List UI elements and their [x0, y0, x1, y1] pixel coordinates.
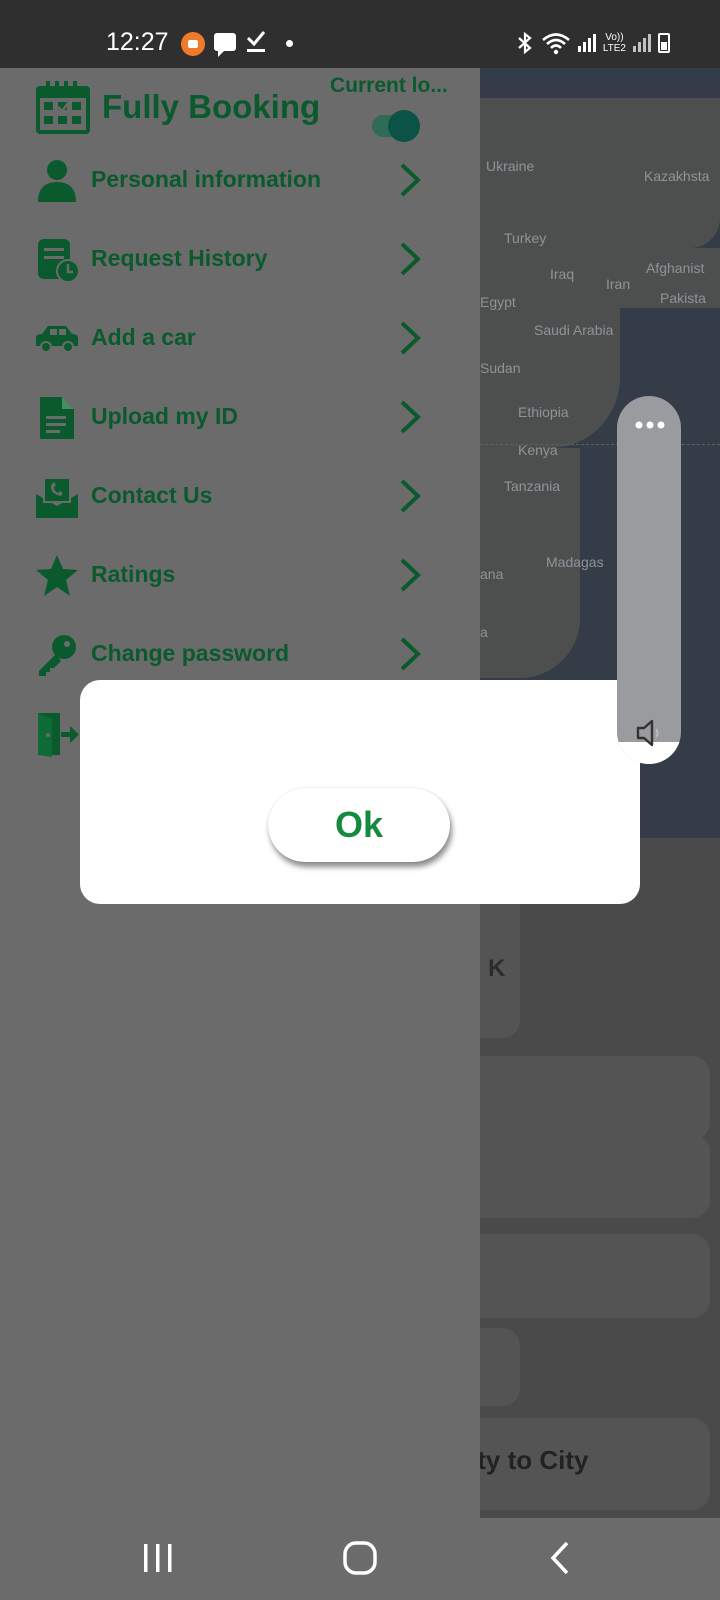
- bluetooth-icon: [518, 31, 532, 55]
- document-icon: [40, 397, 74, 439]
- key-icon: [39, 635, 76, 676]
- home-icon[interactable]: [340, 1538, 380, 1578]
- menu-item-request-history[interactable]: Request History: [0, 229, 440, 289]
- ok-button[interactable]: Ok: [268, 788, 450, 862]
- wifi-icon: [541, 33, 570, 55]
- volume-panel[interactable]: [617, 396, 681, 764]
- menu-item-label: Contact Us: [91, 482, 213, 508]
- calendar-logo-icon: [36, 81, 90, 134]
- speaker-icon[interactable]: [635, 718, 665, 748]
- chevron-right-icon: [400, 558, 421, 592]
- star-icon: [36, 555, 78, 596]
- alert-dialog: Ok: [80, 680, 640, 904]
- lte-label: LTE2: [602, 43, 626, 54]
- map-label: Afghanist: [646, 260, 705, 276]
- map-label: Sudan: [480, 360, 521, 376]
- status-bar: 12:27 Vo)) LTE2: [0, 0, 720, 68]
- signal-2-icon: [633, 34, 651, 52]
- system-navigation-bar: [0, 1518, 720, 1600]
- menu-item-upload-my-id[interactable]: Upload my ID: [0, 387, 440, 447]
- map-label: Madagas: [546, 554, 604, 570]
- network-type: Vo)) LTE2: [603, 32, 626, 54]
- background-card: [460, 1134, 710, 1218]
- current-location-label: Current lo...: [330, 74, 448, 97]
- map-label: Tanzania: [504, 478, 561, 494]
- toggle-thumb: [388, 110, 420, 142]
- map-label: Iraq: [550, 266, 575, 282]
- screen-recorder-icon: [181, 32, 205, 56]
- chevron-right-icon: [400, 163, 421, 197]
- map-label: Saudi Arabia: [534, 322, 614, 338]
- menu-item-label: Ratings: [91, 561, 176, 587]
- equator-line: [480, 444, 720, 445]
- map-label: Ethiopia: [518, 404, 569, 420]
- more-options-icon[interactable]: [634, 420, 666, 430]
- background-content: [450, 838, 720, 1518]
- back-icon[interactable]: [542, 1538, 582, 1578]
- background-text-fragment: K: [488, 955, 506, 982]
- map-label: Pakista: [660, 290, 706, 306]
- map-label: ana: [480, 566, 504, 582]
- chevron-right-icon: [400, 400, 421, 434]
- menu-item-add-a-car[interactable]: Add a car: [0, 308, 440, 368]
- menu-item-ratings[interactable]: Ratings: [0, 545, 440, 605]
- request-history-icon: [38, 239, 80, 283]
- map-label: Kazakhsta: [644, 168, 710, 184]
- menu-item-label: Request History: [91, 245, 268, 271]
- car-icon: [36, 326, 78, 353]
- volte-label: Vo)): [605, 32, 624, 43]
- menu-item-label: Add a car: [91, 324, 196, 350]
- menu-item-change-password[interactable]: Change password: [0, 624, 440, 684]
- menu-item-label: Change password: [91, 640, 290, 666]
- contact-mail-icon: [36, 477, 78, 518]
- message-icon: [214, 33, 236, 57]
- map-label: Turkey: [504, 230, 547, 246]
- task-done-icon: [246, 31, 266, 52]
- background-card: [460, 1056, 710, 1140]
- chevron-right-icon: [400, 637, 421, 671]
- map-label: Iran: [606, 276, 631, 292]
- recent-apps-icon[interactable]: [138, 1538, 178, 1578]
- status-time: 12:27: [106, 28, 169, 56]
- map-label: Kenya: [518, 442, 558, 458]
- battery-icon: [658, 33, 670, 53]
- map-label: Ukraine: [486, 158, 535, 174]
- menu-item-personal-information[interactable]: Personal information: [0, 150, 440, 210]
- app-title: Fully Booking: [102, 88, 321, 125]
- signal-icon: [577, 34, 596, 52]
- background-card: [460, 1234, 710, 1318]
- chevron-right-icon: [400, 479, 421, 513]
- person-icon: [38, 160, 76, 202]
- current-location-toggle[interactable]: [372, 110, 420, 142]
- city-to-city-label: ity to City: [470, 1445, 589, 1475]
- menu-item-contact-us[interactable]: Contact Us: [0, 466, 440, 526]
- logout-icon: [38, 713, 79, 757]
- menu-item-label: Personal information: [91, 166, 322, 192]
- status-indicators: Vo)) LTE2: [516, 28, 670, 58]
- map-label: Egypt: [480, 294, 516, 310]
- menu-item-label: Upload my ID: [91, 403, 238, 429]
- chevron-right-icon: [400, 242, 421, 276]
- map-label: a: [480, 624, 488, 640]
- chevron-right-icon: [400, 321, 421, 355]
- notification-dot-icon: [286, 40, 293, 47]
